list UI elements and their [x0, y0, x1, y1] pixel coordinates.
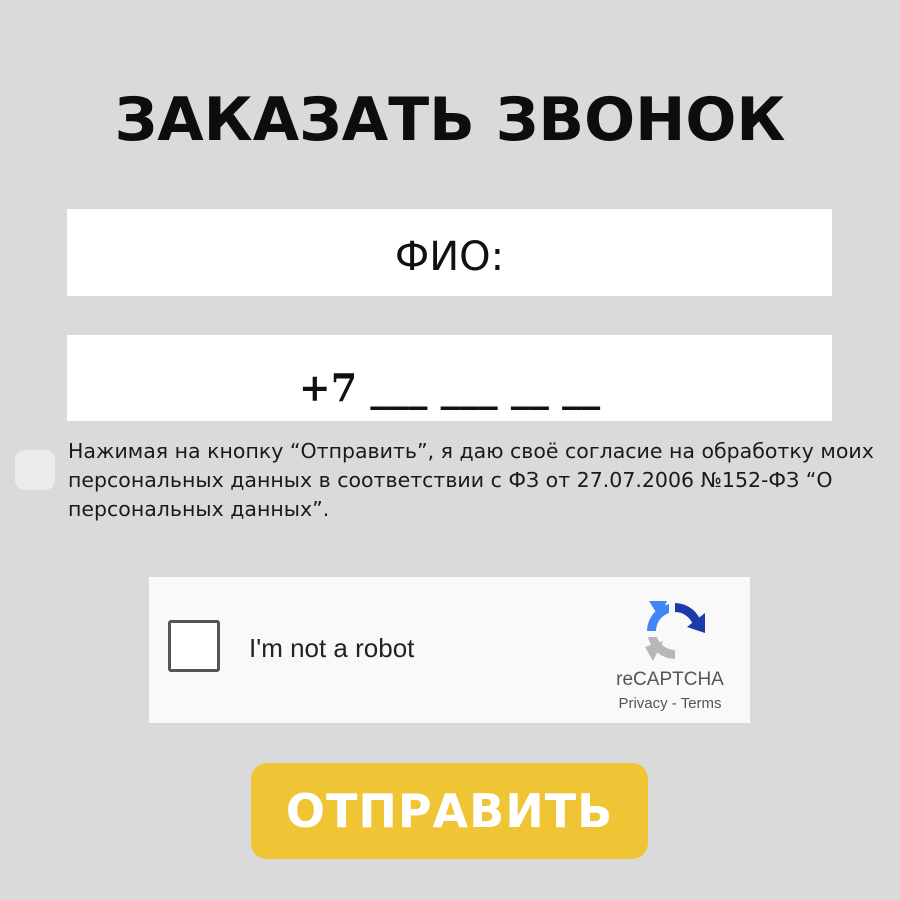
recaptcha-terms-link[interactable]: Terms	[681, 695, 722, 712]
submit-button[interactable]: ОТПРАВИТЬ	[251, 763, 648, 859]
recaptcha-brand: reCAPTCHA	[616, 669, 724, 690]
recaptcha-separator: -	[671, 695, 677, 712]
recaptcha-label: I'm not a robot	[249, 633, 415, 663]
recaptcha-logo-icon	[645, 601, 705, 661]
name-input[interactable]	[67, 209, 832, 296]
recaptcha-links: Privacy - Terms	[589, 695, 751, 712]
recaptcha-widget: I'm not a robot reCAPTCHA Privacy - Term…	[149, 577, 750, 723]
recaptcha-checkbox[interactable]	[168, 620, 220, 672]
recaptcha-privacy-link[interactable]: Privacy	[618, 695, 667, 712]
consent-text: Нажимая на кнопку “Отправить”, я даю сво…	[68, 439, 874, 521]
phone-input[interactable]	[67, 335, 832, 421]
consent-checkbox[interactable]	[15, 450, 55, 490]
form-title: ЗАКАЗАТЬ ЗВОНОК	[114, 85, 786, 155]
